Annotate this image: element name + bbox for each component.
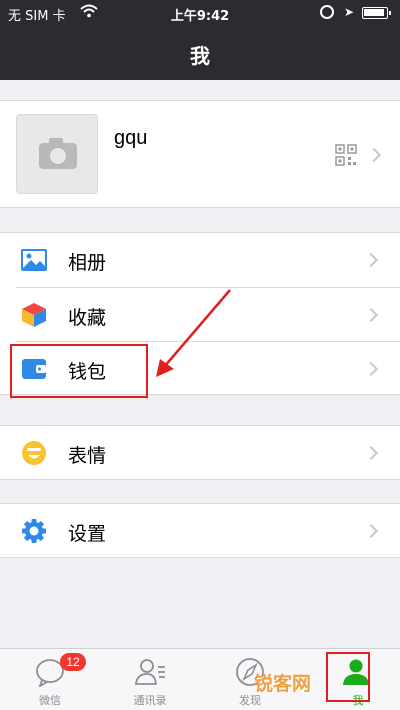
rotation-lock-icon: [320, 5, 334, 19]
page-title: 我: [190, 44, 210, 68]
status-bar: 无 SIM 卡 上午9:42 ➤: [0, 0, 400, 26]
chevron-right-icon: [363, 307, 379, 323]
unread-badge: 12: [60, 653, 86, 671]
menu-item-label: 设置: [68, 523, 107, 545]
sticker-icon: [22, 441, 46, 465]
menu-item-label: 相册: [68, 252, 107, 274]
tab-label: 微信: [39, 694, 61, 707]
clock: 上午9:42: [170, 9, 230, 24]
contacts-icon: [135, 659, 165, 685]
menu-item-stickers[interactable]: 表情: [0, 426, 400, 480]
annotation-arrow-icon: [156, 289, 231, 377]
camera-icon: [39, 138, 77, 169]
tab-label: 通讯录: [133, 694, 167, 707]
favorites-icon: [22, 303, 46, 327]
album-icon: [21, 249, 47, 271]
avatar[interactable]: [16, 114, 98, 194]
menu-group-settings: 设置: [0, 503, 400, 558]
profile-card[interactable]: gqu: [0, 100, 400, 208]
annotation-highlight-box: [10, 344, 148, 398]
chevron-right-icon: [363, 361, 379, 377]
tab-contacts[interactable]: 通讯录: [100, 649, 200, 710]
menu-item-label: 收藏: [68, 307, 107, 329]
profile-name: gqu: [114, 127, 148, 149]
chevron-right-icon: [363, 252, 379, 268]
chevron-right-icon: [363, 523, 379, 539]
watermark: 锐客网: [254, 673, 312, 695]
tab-chats[interactable]: 12 微信: [0, 649, 100, 710]
location-icon: ➤: [344, 5, 355, 19]
chevron-right-icon: [363, 445, 379, 461]
battery-icon: [362, 7, 391, 19]
annotation-tab-highlight: [326, 652, 370, 702]
qr-code-icon[interactable]: [335, 144, 357, 166]
chevron-right-icon: [366, 147, 382, 163]
nav-bar: 我: [0, 26, 400, 80]
settings-icon: [22, 519, 46, 543]
menu-item-album[interactable]: 相册: [0, 233, 400, 287]
menu-item-label: 表情: [68, 445, 107, 467]
menu-group-stickers: 表情: [0, 425, 400, 480]
menu-item-settings[interactable]: 设置: [0, 504, 400, 558]
